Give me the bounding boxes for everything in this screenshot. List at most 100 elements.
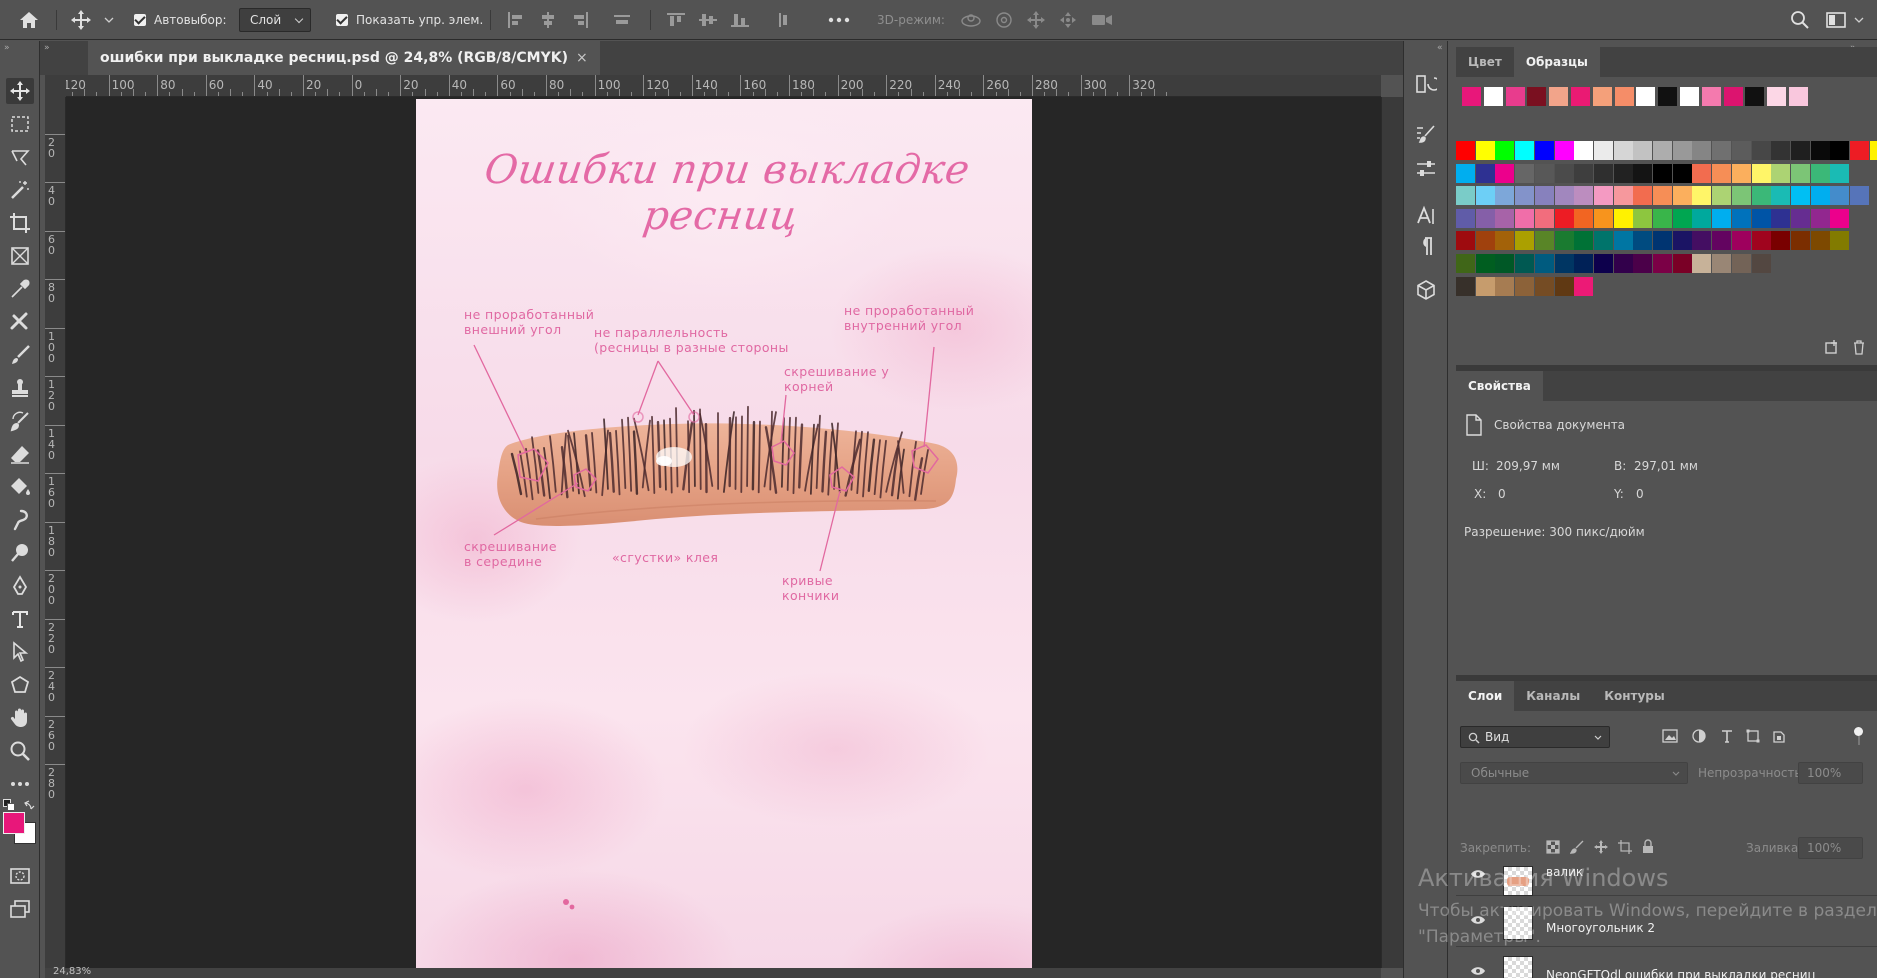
recent-swatch[interactable] — [1680, 87, 1699, 106]
align-bottom-icon[interactable] — [730, 0, 750, 40]
hand-tool-icon[interactable] — [6, 705, 34, 731]
lock-position-icon[interactable] — [1594, 840, 1608, 857]
align-left-icon[interactable] — [506, 0, 526, 40]
color-swatch[interactable] — [1613, 186, 1633, 206]
color-swatch[interactable] — [1534, 141, 1554, 160]
color-swatch[interactable] — [1593, 141, 1613, 160]
blend-mode-dropdown[interactable]: Обычные — [1460, 762, 1688, 784]
color-swatch[interactable] — [1731, 208, 1751, 228]
color-swatch[interactable] — [1495, 141, 1515, 160]
camera-3d-icon[interactable] — [1090, 0, 1114, 40]
color-swatch[interactable] — [1712, 254, 1732, 273]
color-swatch[interactable] — [1475, 186, 1495, 206]
color-swatch[interactable] — [1850, 141, 1869, 160]
color-swatch[interactable] — [1751, 208, 1771, 228]
type-tool-icon[interactable] — [6, 606, 34, 632]
vertical-scrollbar[interactable] — [1381, 97, 1403, 968]
color-swatch[interactable] — [1672, 254, 1692, 273]
color-swatch[interactable] — [1633, 208, 1653, 228]
foreground-color-swatch[interactable] — [3, 812, 25, 834]
color-swatch[interactable] — [1751, 231, 1771, 251]
magic-wand-tool-icon[interactable] — [6, 177, 34, 203]
recent-swatch[interactable] — [1592, 87, 1612, 106]
color-swatch[interactable] — [1475, 276, 1495, 296]
roll-3d-icon[interactable] — [994, 0, 1014, 40]
color-swatch[interactable] — [1515, 208, 1535, 228]
height-value[interactable]: 297,01 мм — [1634, 459, 1698, 473]
color-swatch[interactable] — [1554, 276, 1574, 296]
color-swatch[interactable] — [1771, 141, 1791, 160]
color-swatch[interactable] — [1613, 163, 1633, 183]
recent-swatch[interactable] — [1549, 87, 1569, 106]
color-swatch[interactable] — [1790, 231, 1810, 251]
color-swatch[interactable] — [1554, 186, 1574, 206]
color-swatch[interactable] — [1554, 141, 1574, 160]
color-swatch[interactable] — [1810, 208, 1830, 228]
recent-swatch[interactable] — [1658, 87, 1678, 106]
more-options-icon[interactable] — [828, 0, 850, 40]
color-swatch[interactable] — [1593, 254, 1613, 273]
show-transform-checkbox[interactable]: Показать упр. элем. — [336, 0, 483, 40]
color-swatch[interactable] — [1850, 186, 1869, 206]
color-swatch[interactable] — [1751, 141, 1771, 160]
shape-tool-icon[interactable] — [6, 672, 34, 698]
color-swatch[interactable] — [1712, 231, 1732, 251]
tab-channels[interactable]: Каналы — [1514, 681, 1592, 711]
auto-select-checkbox[interactable]: Автовыбор: — [134, 0, 227, 40]
vertical-ruler[interactable]: 0 2 0 4 0 6 0 8 0 1 0 0 1 2 0 1 4 0 1 6 0 1 8 0 2 … — [45, 97, 66, 978]
pan-3d-icon[interactable] — [1026, 0, 1046, 40]
ruler-origin[interactable] — [45, 75, 66, 97]
color-swatch[interactable] — [1515, 254, 1535, 273]
color-swatch[interactable] — [1672, 163, 1692, 183]
frame-tool-icon[interactable] — [6, 243, 34, 269]
color-swatch[interactable] — [1495, 276, 1515, 296]
paint-bucket-tool-icon[interactable] — [6, 474, 34, 500]
close-tab-icon[interactable]: × — [576, 50, 588, 66]
color-swatch[interactable] — [1830, 163, 1850, 183]
color-swatch[interactable] — [1456, 208, 1475, 228]
history-brush-tool-icon[interactable] — [6, 408, 34, 434]
color-swatch[interactable] — [1731, 141, 1751, 160]
filter-adjustment-layers-icon[interactable] — [1692, 729, 1706, 746]
color-swatch[interactable] — [1751, 163, 1771, 183]
color-swatch[interactable] — [1456, 231, 1475, 251]
recent-swatch[interactable] — [1701, 87, 1721, 106]
color-swatch[interactable] — [1692, 208, 1712, 228]
recent-swatch[interactable] — [1767, 87, 1787, 106]
color-swatch[interactable] — [1593, 163, 1613, 183]
color-swatch[interactable] — [1790, 208, 1810, 228]
color-swatch[interactable] — [1515, 163, 1535, 183]
lock-transparent-icon[interactable] — [1546, 840, 1560, 857]
color-swatch[interactable] — [1653, 208, 1672, 228]
move-tool-icon[interactable] — [70, 0, 92, 40]
eraser-tool-icon[interactable] — [6, 441, 34, 467]
auto-select-dropdown[interactable]: Слой — [239, 8, 311, 32]
document-tab[interactable]: ошибки при выкладке ресниц.psd @ 24,8% (… — [88, 41, 600, 75]
color-swatch[interactable] — [1692, 231, 1712, 251]
color-swatch[interactable] — [1534, 186, 1554, 206]
color-swatch[interactable] — [1653, 163, 1672, 183]
color-swatch[interactable] — [1712, 208, 1732, 228]
filter-toggle-switch[interactable] — [1854, 727, 1864, 745]
color-swatch[interactable] — [1790, 141, 1810, 160]
character-panel-icon[interactable] — [1413, 203, 1439, 229]
color-swatch[interactable] — [1653, 254, 1672, 273]
color-swatch[interactable] — [1495, 231, 1515, 251]
collapse-dock-icon[interactable]: « — [1437, 43, 1443, 53]
recent-swatch[interactable] — [1723, 87, 1743, 106]
path-selection-tool-icon[interactable] — [6, 639, 34, 665]
orbit-3d-icon[interactable] — [960, 0, 982, 40]
color-swatch[interactable] — [1574, 141, 1594, 160]
color-swatch[interactable] — [1515, 231, 1535, 251]
recent-swatch[interactable] — [1483, 87, 1503, 106]
color-swatch[interactable] — [1475, 163, 1495, 183]
layer-row[interactable]: NeonGFTOdl ошибки при выкладки ресниц — [1456, 948, 1877, 978]
color-swatch[interactable] — [1574, 186, 1594, 206]
filter-pixel-layers-icon[interactable] — [1662, 729, 1678, 746]
color-swatch[interactable] — [1534, 231, 1554, 251]
color-swatch[interactable] — [1495, 163, 1515, 183]
color-swatch[interactable] — [1692, 141, 1712, 160]
color-swatch[interactable] — [1613, 254, 1633, 273]
color-swatch[interactable] — [1672, 186, 1692, 206]
color-swatch[interactable] — [1653, 186, 1672, 206]
